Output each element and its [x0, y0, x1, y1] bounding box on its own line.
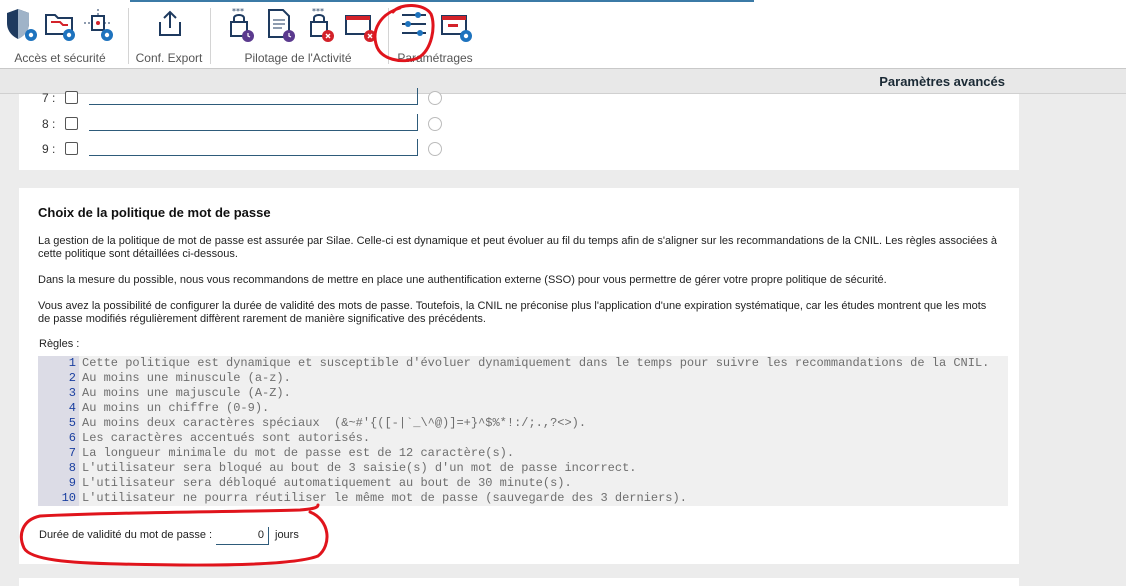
rule-line-number: 6 [68, 431, 76, 445]
ribbon-toolbar: Accès et sécurité Conf. Export *** *** P… [0, 0, 1126, 69]
ribbon-group-conf-export: Conf. Export [130, 0, 208, 68]
row-checkbox[interactable] [65, 117, 78, 130]
folder-gear-icon[interactable] [42, 6, 78, 44]
rule-line: 6 Les caractères accentués sont autorisés… [38, 431, 1008, 446]
lock-clock-icon[interactable]: *** [222, 6, 258, 44]
policy-paragraph-1: La gestion de la politique de mot de pas… [38, 235, 998, 260]
rule-line: 5 Au moins deux caractères spéciaux (&~#'… [38, 416, 1008, 431]
validity-duration-unit: jours [275, 529, 299, 541]
row-text-input[interactable] [89, 114, 418, 131]
field-row: 8 : [19, 114, 1019, 136]
validity-duration-input[interactable]: 0 [216, 527, 269, 545]
rule-text: Cette politique est dynamique et suscept… [82, 356, 990, 370]
ribbon-group-label: Conf. Export [135, 51, 203, 65]
row-number: 8 : [42, 117, 56, 131]
rule-text: L'utilisateur sera débloqué automatiquem… [82, 476, 572, 490]
rule-text: L'utilisateur ne pourra réutiliser le mê… [82, 491, 687, 505]
next-panel [19, 578, 1019, 586]
ribbon-group-acces-securite: Accès et sécurité [0, 0, 120, 68]
row-radio[interactable] [428, 142, 442, 156]
row-text-input[interactable] [89, 88, 418, 105]
rule-text: L'utilisateur sera bloqué au bout de 3 s… [82, 461, 637, 475]
rule-text: Au moins deux caractères spéciaux (&~#'{… [82, 416, 587, 430]
fields-panel: 7 : 8 : 9 : [19, 88, 1019, 170]
ribbon-group-parametrages: Paramétrages [390, 0, 480, 68]
ribbon-separator [210, 8, 211, 64]
ribbon-group-label: Accès et sécurité [14, 51, 106, 65]
row-checkbox[interactable] [65, 91, 78, 104]
row-checkbox[interactable] [65, 142, 78, 155]
rule-line: 3 Au moins une majuscule (A-Z). [38, 386, 1008, 401]
ribbon-separator [388, 8, 389, 64]
network-gear-icon[interactable] [80, 6, 116, 44]
advanced-settings-title: Paramètres avancés [879, 74, 1005, 89]
row-number: 9 : [42, 142, 56, 156]
rule-line-number: 3 [68, 386, 76, 400]
policy-title: Choix de la politique de mot de passe [38, 205, 271, 220]
shield-gear-icon[interactable] [4, 6, 40, 44]
row-radio[interactable] [428, 91, 442, 105]
rule-line-number: 2 [68, 371, 76, 385]
field-row: 9 : [19, 139, 1019, 161]
rule-line: 8 L'utilisateur sera bloqué au bout de 3 … [38, 461, 1008, 476]
sliders-icon[interactable] [396, 6, 432, 44]
lock-error-icon[interactable]: *** [302, 6, 338, 44]
row-number: 7 : [42, 91, 56, 105]
rule-line-number: 10 [61, 491, 76, 505]
row-radio[interactable] [428, 117, 442, 131]
validity-duration-label: Durée de validité du mot de passe : [39, 529, 213, 541]
password-policy-panel: Choix de la politique de mot de passe La… [19, 188, 1019, 564]
window-error-icon[interactable] [342, 6, 378, 44]
field-row: 7 : [19, 88, 1019, 110]
validity-duration-value: 0 [257, 529, 264, 541]
rule-line: 10 L'utilisateur ne pourra réutiliser le … [38, 491, 1008, 506]
window-gear-icon[interactable] [438, 6, 474, 44]
rule-text: Au moins une minuscule (a-z). [82, 371, 291, 385]
rule-text: La longueur minimale du mot de passe est… [82, 446, 515, 460]
ribbon-separator [128, 8, 129, 64]
rule-line: 4 Au moins un chiffre (0-9). [38, 401, 1008, 416]
row-text-input[interactable] [89, 139, 418, 156]
ribbon-group-label: Paramétrages [397, 51, 473, 65]
rules-label: Règles : [39, 338, 80, 350]
rule-line-number: 5 [68, 416, 76, 430]
rule-line: 7 La longueur minimale du mot de passe es… [38, 446, 1008, 461]
rule-line: 9 L'utilisateur sera débloqué automatique… [38, 476, 1008, 491]
rule-text: Les caractères accentués sont autorisés. [82, 431, 371, 445]
rule-line-number: 1 [68, 356, 76, 370]
ribbon-group-label: Pilotage de l'Activité [244, 51, 352, 65]
rule-line-number: 4 [68, 401, 76, 415]
rule-line-number: 9 [68, 476, 76, 490]
policy-paragraph-3: Vous avez la possibilité de configurer l… [38, 300, 987, 325]
policy-paragraph-2: Dans la mesure du possible, nous vous re… [38, 274, 887, 286]
ribbon-group-pilotage: *** *** Pilotage de l'Activité [218, 0, 378, 68]
rule-line: 1 Cette politique est dynamique et suscep… [38, 356, 1008, 371]
document-clock-icon[interactable] [262, 6, 298, 44]
rules-code-block: 1 Cette politique est dynamique et suscep… [38, 356, 1008, 506]
rule-line: 2 Au moins une minuscule (a-z). [38, 371, 1008, 386]
rule-text: Au moins une majuscule (A-Z). [82, 386, 291, 400]
rule-text: Au moins un chiffre (0-9). [82, 401, 270, 415]
rule-line-number: 8 [68, 461, 76, 475]
rule-line-number: 7 [68, 446, 76, 460]
export-icon[interactable] [152, 6, 188, 44]
